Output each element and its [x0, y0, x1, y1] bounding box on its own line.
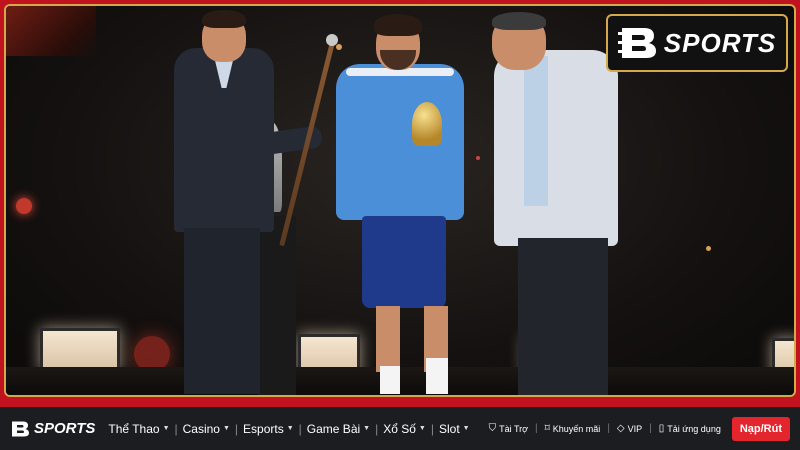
deposit-withdraw-button[interactable]: Nạp/Rút — [731, 416, 790, 441]
util-download-app[interactable]: ▯ Tải ứng dụng — [656, 423, 724, 434]
stage-red-light — [6, 6, 96, 56]
chevron-down-icon: ▼ — [462, 425, 470, 432]
bokeh-light — [336, 44, 342, 50]
stage-floor-light — [40, 328, 120, 372]
nav-item-the-thao[interactable]: Thể Thao ▼ — [103, 422, 174, 436]
brand-logo[interactable]: SPORTS — [606, 14, 788, 72]
nav-logo-text: SPORTS — [34, 420, 96, 437]
chevron-down-icon: ▼ — [363, 425, 371, 432]
nav-logo[interactable]: SPORTS — [10, 420, 95, 438]
trophy-pedestal — [258, 216, 296, 395]
shirt — [524, 56, 548, 206]
nav-item-label: Game Bài — [306, 421, 361, 436]
util-promotions[interactable]: ⌑ Khuyến mãi — [542, 423, 604, 434]
nav-item-label: Thể Thao — [108, 421, 160, 436]
chevron-down-icon: ▼ — [418, 425, 426, 432]
nav-item-label: Casino — [182, 421, 220, 436]
hero-image-frame: SPORTS — [0, 0, 800, 405]
nav-brand-b-icon — [10, 420, 30, 438]
golden-trophy — [412, 102, 442, 146]
nav-utilities: ⛉ Tài Trợ | ⌑ Khuyến mãi | ◇ VIP | ▯ Tải… — [486, 416, 790, 441]
chevron-down-icon: ▼ — [286, 425, 294, 432]
util-label: Tài Trợ — [499, 423, 529, 434]
nav-item-xo-so[interactable]: Xổ Số ▼ — [378, 422, 431, 436]
util-label: Tải ứng dụng — [667, 423, 721, 434]
util-separator: | — [649, 423, 652, 434]
shield-icon: ⛉ — [488, 423, 497, 434]
brand-b-icon — [617, 26, 658, 60]
bottom-nav-bar: SPORTS Thể Thao ▼ | Casino ▼ | Esports ▼… — [0, 405, 800, 450]
bokeh-light — [706, 246, 711, 251]
stage-floor — [6, 367, 794, 395]
util-label: Khuyến mãi — [552, 423, 601, 434]
bokeh-light — [476, 156, 480, 160]
cane-tip — [326, 34, 338, 46]
tag-icon: ⌑ — [544, 423, 550, 434]
chevron-down-icon: ▼ — [162, 425, 170, 432]
nav-item-label: Esports — [243, 421, 284, 436]
brand-logo-text: SPORTS — [663, 27, 777, 58]
util-label: VIP — [627, 423, 643, 434]
nav-item-casino[interactable]: Casino ▼ — [178, 422, 235, 436]
nav-item-slot[interactable]: Slot ▼ — [434, 422, 475, 436]
nav-item-label: Slot — [438, 421, 460, 436]
bokeh-light — [16, 198, 32, 214]
diamond-icon: ◇ — [616, 423, 625, 434]
nav-item-game-bai[interactable]: Game Bài ▼ — [302, 422, 375, 436]
util-separator: | — [607, 423, 610, 434]
util-separator: | — [535, 423, 538, 434]
phone-icon: ▯ — [658, 423, 665, 434]
util-vip[interactable]: ◇ VIP — [614, 423, 645, 434]
nav-item-esports[interactable]: Esports ▼ — [238, 422, 299, 436]
util-sponsor[interactable]: ⛉ Tài Trợ — [486, 423, 531, 434]
nav-item-label: Xổ Số — [383, 421, 416, 436]
nav-menu: Thể Thao ▼ | Casino ▼ | Esports ▼ | Game… — [103, 422, 474, 436]
chevron-down-icon: ▼ — [222, 425, 230, 432]
